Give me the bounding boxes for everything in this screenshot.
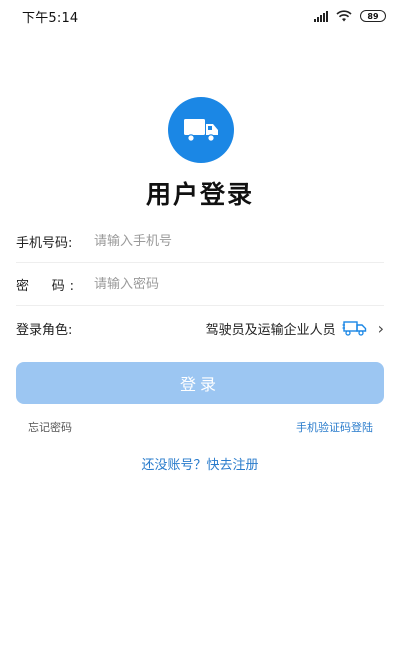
phone-label: 手机号码:: [16, 236, 73, 251]
truck-icon: [184, 119, 218, 142]
login-button[interactable]: 登录: [16, 362, 384, 404]
role-value-group[interactable]: 驾驶员及运输企业人员 ›: [206, 319, 384, 338]
signal-icon: [314, 10, 328, 22]
truck-icon: [342, 321, 366, 336]
sms-login-link[interactable]: 手机验证码登陆: [296, 419, 373, 435]
password-label-first: 密: [16, 279, 34, 294]
role-label: 登录角色:: [16, 322, 73, 338]
phone-input[interactable]: [94, 234, 344, 249]
phone-row: 手机号码:: [16, 221, 384, 263]
battery-icon: 89: [360, 10, 386, 22]
forgot-password-link[interactable]: 忘记密码: [28, 419, 72, 435]
page-title: 用户登录: [145, 180, 254, 209]
password-label: 密 码:: [16, 275, 94, 294]
status-indicators: 89: [314, 10, 386, 22]
password-label-last: 码:: [51, 279, 74, 294]
status-time: 下午5:14: [22, 10, 79, 26]
chevron-right-icon: ›: [377, 318, 384, 338]
battery-level: 89: [367, 11, 379, 21]
app-logo: [168, 97, 234, 163]
wifi-icon: [336, 10, 352, 22]
role-value: 驾驶员及运输企业人员: [205, 322, 336, 338]
password-row: 密 码:: [16, 264, 384, 306]
status-bar: 下午5:14 89: [0, 0, 400, 32]
role-selector[interactable]: 登录角色: 驾驶员及运输企业人员 ›: [16, 307, 384, 349]
register-link[interactable]: 还没账号？快去注册: [0, 454, 400, 473]
password-input[interactable]: [94, 277, 344, 292]
